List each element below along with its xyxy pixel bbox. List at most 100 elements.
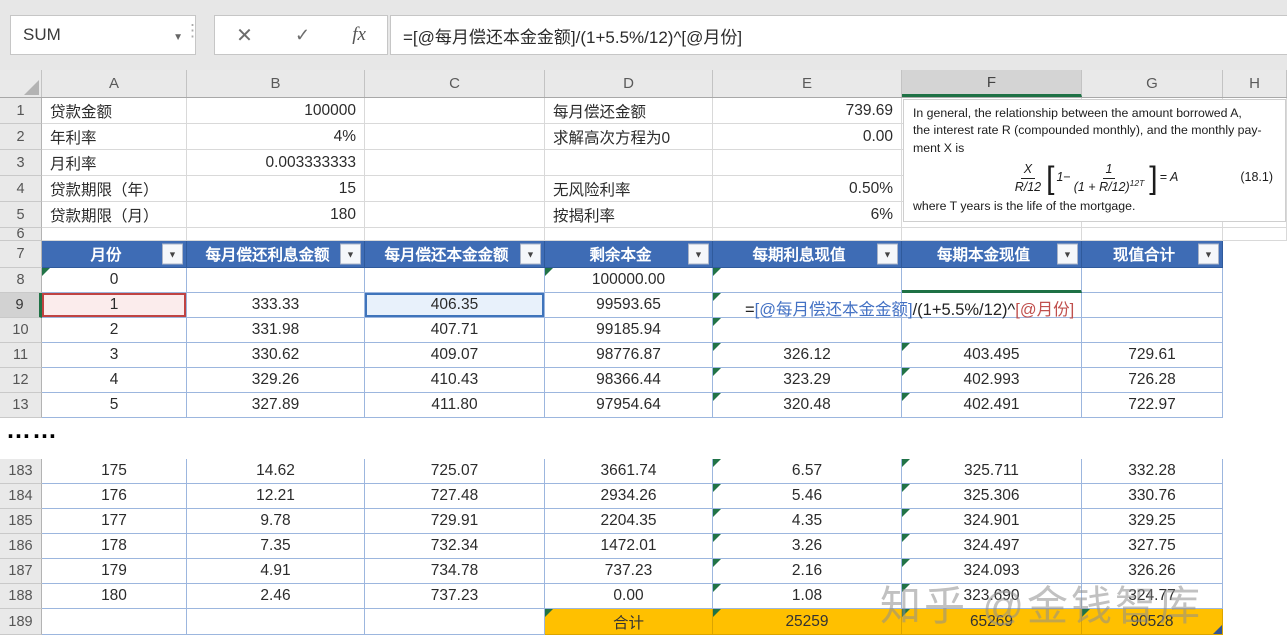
row-header-4[interactable]: 4 (0, 176, 42, 202)
cell-H12[interactable] (1223, 368, 1287, 393)
row-header-7[interactable]: 7 (0, 241, 42, 268)
column-header-A[interactable]: A (42, 70, 187, 97)
cell-D11[interactable]: 98776.87 (545, 343, 713, 368)
cell-C8[interactable] (365, 268, 545, 293)
cell-B2[interactable]: 4% (187, 124, 365, 150)
cell-D189[interactable]: 合计 (545, 609, 713, 635)
cell-H11[interactable] (1223, 343, 1287, 368)
cell-D3[interactable] (545, 150, 713, 176)
cell-B11[interactable]: 330.62 (187, 343, 365, 368)
cell-E189[interactable]: 25259 (713, 609, 902, 635)
cell-B4[interactable]: 15 (187, 176, 365, 202)
cell-E183[interactable]: 6.57 (713, 459, 902, 484)
filter-dropdown-icon[interactable]: ▼ (162, 244, 183, 265)
cell-F184[interactable]: 325.306 (902, 484, 1082, 509)
cell-D187[interactable]: 737.23 (545, 559, 713, 584)
cell-C10[interactable]: 407.71 (365, 318, 545, 343)
row-header-9[interactable]: 9 (0, 293, 42, 318)
table-header-D7[interactable]: 剩余本金▼ (545, 241, 713, 268)
cell-G11[interactable]: 729.61 (1082, 343, 1223, 368)
cell-E12[interactable]: 323.29 (713, 368, 902, 393)
column-header-D[interactable]: D (545, 70, 713, 97)
cell-A10[interactable]: 2 (42, 318, 187, 343)
cell-G9[interactable] (1082, 293, 1223, 318)
cell-B189[interactable] (187, 609, 365, 635)
table-header-G7[interactable]: 现值合计▼ (1082, 241, 1223, 268)
cell-G10[interactable] (1082, 318, 1223, 343)
cell-B8[interactable] (187, 268, 365, 293)
cell-C3[interactable] (365, 150, 545, 176)
row-header-184[interactable]: 184 (0, 484, 42, 509)
column-header-F[interactable]: F (902, 70, 1082, 97)
cell-E184[interactable]: 5.46 (713, 484, 902, 509)
cell-B183[interactable]: 14.62 (187, 459, 365, 484)
cell-A184[interactable]: 176 (42, 484, 187, 509)
cell-D183[interactable]: 3661.74 (545, 459, 713, 484)
cell-F6[interactable] (902, 228, 1082, 241)
cell-B13[interactable]: 327.89 (187, 393, 365, 418)
formula-input[interactable]: =[@每月偿还本金金额]/(1+5.5%/12)^[@月份] (390, 15, 1287, 55)
cell-D12[interactable]: 98366.44 (545, 368, 713, 393)
cell-C183[interactable]: 725.07 (365, 459, 545, 484)
cell-A187[interactable]: 179 (42, 559, 187, 584)
cell-D2[interactable]: 求解高次方程为0 (545, 124, 713, 150)
cell-A4[interactable]: 贷款期限（年） (42, 176, 187, 202)
row-header-2[interactable]: 2 (0, 124, 42, 150)
filter-dropdown-icon[interactable]: ▼ (877, 244, 898, 265)
cell-C1[interactable] (365, 98, 545, 124)
cell-C9[interactable]: 406.35 (365, 293, 545, 318)
cell-B5[interactable]: 180 (187, 202, 365, 228)
row-header-183[interactable]: 183 (0, 459, 42, 484)
cell-D188[interactable]: 0.00 (545, 584, 713, 609)
cell-H10[interactable] (1223, 318, 1287, 343)
cell-D13[interactable]: 97954.64 (545, 393, 713, 418)
cell-H187[interactable] (1223, 559, 1287, 584)
cell-C5[interactable] (365, 202, 545, 228)
cell-E13[interactable]: 320.48 (713, 393, 902, 418)
cell-D5[interactable]: 按揭利率 (545, 202, 713, 228)
cell-C11[interactable]: 409.07 (365, 343, 545, 368)
cell-G185[interactable]: 329.25 (1082, 509, 1223, 534)
cell-H185[interactable] (1223, 509, 1287, 534)
cell-C6[interactable] (365, 228, 545, 241)
cell-G6[interactable] (1082, 228, 1223, 241)
cell-H8[interactable] (1223, 268, 1287, 293)
cell-D10[interactable]: 99185.94 (545, 318, 713, 343)
cell-D6[interactable] (545, 228, 713, 241)
cell-A189[interactable] (42, 609, 187, 635)
row-header-186[interactable]: 186 (0, 534, 42, 559)
cell-A5[interactable]: 贷款期限（月） (42, 202, 187, 228)
row-header-189[interactable]: 189 (0, 609, 42, 635)
cell-A8[interactable]: 0 (42, 268, 187, 293)
table-header-E7[interactable]: 每期利息现值▼ (713, 241, 902, 268)
cell-F10[interactable] (902, 318, 1082, 343)
cell-A12[interactable]: 4 (42, 368, 187, 393)
cell-C186[interactable]: 732.34 (365, 534, 545, 559)
cell-B6[interactable] (187, 228, 365, 241)
in-cell-formula[interactable]: =[@每月偿还本金金额]/(1+5.5%/12)^[@月份] (745, 296, 1074, 320)
cell-F13[interactable]: 402.491 (902, 393, 1082, 418)
cell-H7[interactable] (1223, 241, 1287, 268)
cell-C12[interactable]: 410.43 (365, 368, 545, 393)
column-header-G[interactable]: G (1082, 70, 1223, 97)
cell-E11[interactable]: 326.12 (713, 343, 902, 368)
row-header-188[interactable]: 188 (0, 584, 42, 609)
table-header-A7[interactable]: 月份▼ (42, 241, 187, 268)
cell-A186[interactable]: 178 (42, 534, 187, 559)
cell-F11[interactable]: 403.495 (902, 343, 1082, 368)
row-header-185[interactable]: 185 (0, 509, 42, 534)
cell-F185[interactable]: 324.901 (902, 509, 1082, 534)
row-header-8[interactable]: 8 (0, 268, 42, 293)
cell-G183[interactable]: 332.28 (1082, 459, 1223, 484)
filter-dropdown-icon[interactable]: ▼ (520, 244, 541, 265)
cell-C13[interactable]: 411.80 (365, 393, 545, 418)
table-resize-handle[interactable] (1213, 625, 1222, 634)
cell-F8[interactable] (902, 268, 1082, 293)
cell-E2[interactable]: 0.00 (713, 124, 902, 150)
table-header-B7[interactable]: 每月偿还利息金额▼ (187, 241, 365, 268)
cell-C184[interactable]: 727.48 (365, 484, 545, 509)
cell-F12[interactable]: 402.993 (902, 368, 1082, 393)
cell-G184[interactable]: 330.76 (1082, 484, 1223, 509)
cell-A6[interactable] (42, 228, 187, 241)
cell-H186[interactable] (1223, 534, 1287, 559)
